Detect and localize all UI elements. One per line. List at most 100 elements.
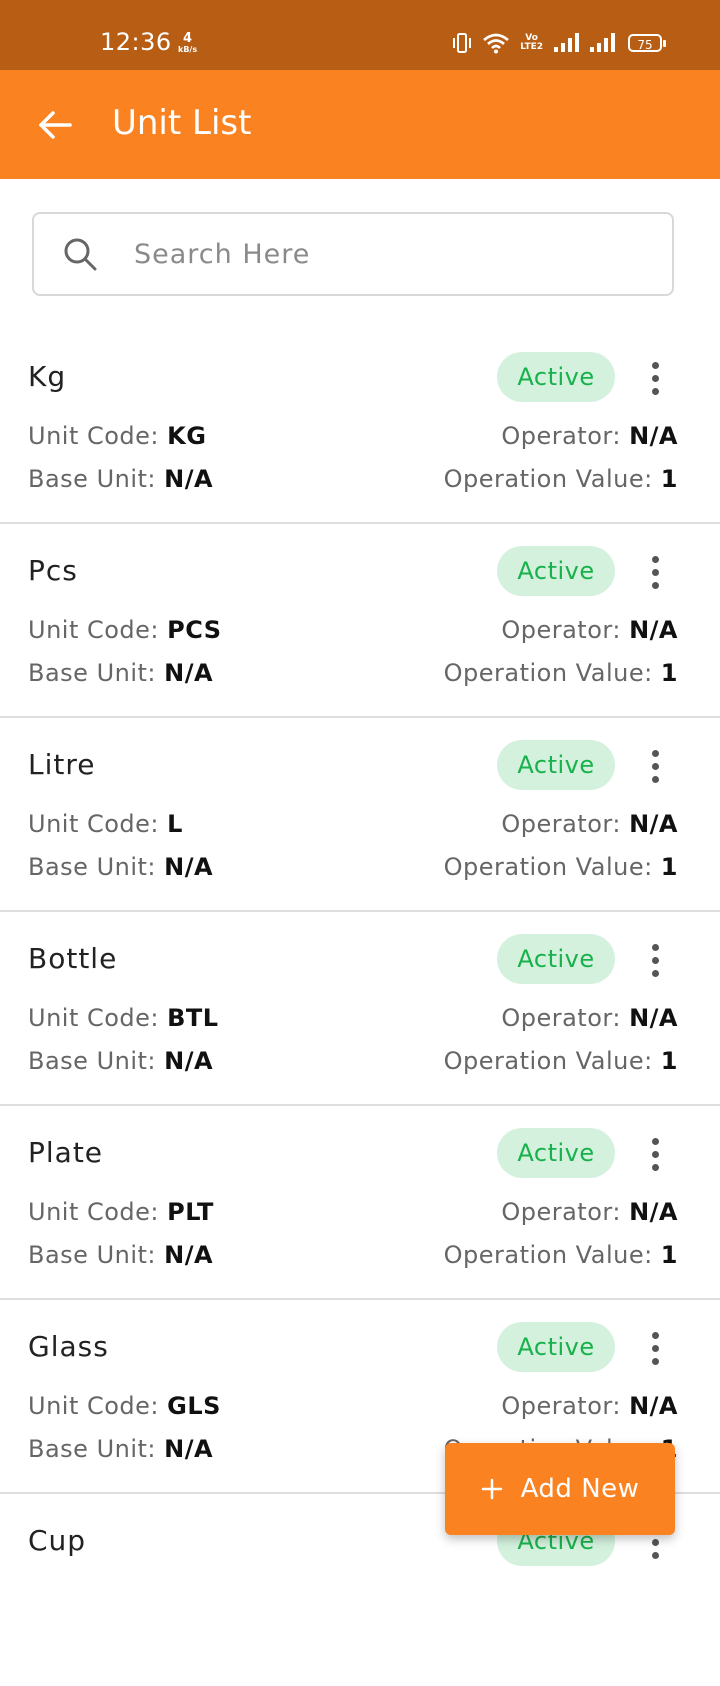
more-vertical-icon bbox=[651, 1137, 659, 1145]
add-new-button[interactable]: Add New bbox=[445, 1443, 675, 1535]
base-unit-label: Base Unit: bbox=[28, 465, 165, 493]
base-unit-value: N/A bbox=[164, 853, 214, 881]
unit-code-value: PLT bbox=[167, 1198, 214, 1226]
more-options-button[interactable] bbox=[638, 936, 672, 984]
battery-indicator: 75 bbox=[628, 34, 666, 52]
unit-code-label: Unit Code: bbox=[28, 1392, 168, 1420]
more-options-button[interactable] bbox=[638, 742, 672, 790]
more-options-button[interactable] bbox=[638, 1324, 672, 1372]
base-unit-label: Base Unit: bbox=[28, 1435, 165, 1463]
more-vertical-icon bbox=[651, 361, 659, 369]
search-icon bbox=[64, 238, 97, 271]
operator-row: Operator: N/A bbox=[501, 616, 678, 644]
unit-code-value: KG bbox=[167, 422, 207, 450]
unit-code-row: Unit Code: PCS bbox=[28, 616, 222, 644]
unit-code-label: Unit Code: bbox=[28, 810, 168, 838]
base-unit-label: Base Unit: bbox=[28, 659, 165, 687]
base-unit-row: Base Unit: N/A bbox=[28, 853, 213, 881]
operator-label: Operator: bbox=[501, 1198, 630, 1226]
unit-code-label: Unit Code: bbox=[28, 616, 168, 644]
more-dot bbox=[651, 1344, 659, 1352]
arrow-left-icon bbox=[39, 111, 72, 139]
network-speed-unit: kB/s bbox=[178, 45, 198, 54]
add-new-label: Add New bbox=[520, 1474, 640, 1504]
unit-name: Bottle bbox=[28, 942, 118, 975]
more-options-button[interactable] bbox=[638, 354, 672, 402]
base-unit-value: N/A bbox=[164, 659, 214, 687]
operation-value-row: Operation Value: 1 bbox=[444, 1241, 678, 1269]
unit-code-label: Unit Code: bbox=[28, 422, 168, 450]
base-unit-value: N/A bbox=[164, 1047, 214, 1075]
base-unit-label: Base Unit: bbox=[28, 853, 165, 881]
base-unit-value: N/A bbox=[164, 1435, 214, 1463]
base-unit-row: Base Unit: N/A bbox=[28, 465, 213, 493]
operator-label: Operator: bbox=[501, 1004, 630, 1032]
unit-code-row: Unit Code: GLS bbox=[28, 1392, 221, 1420]
status-badge: Active bbox=[497, 934, 615, 984]
operation-value: 1 bbox=[660, 853, 678, 881]
list-item[interactable]: Kg Active Unit Code: KG Base Unit: N/A O… bbox=[0, 330, 720, 524]
signal-icon bbox=[554, 33, 579, 52]
more-options-button[interactable] bbox=[638, 548, 672, 596]
base-unit-label: Base Unit: bbox=[28, 1241, 165, 1269]
more-dot bbox=[651, 1357, 659, 1365]
volte-line-2: LTE2 bbox=[520, 42, 543, 52]
unit-code-label: Unit Code: bbox=[28, 1004, 168, 1032]
unit-code-value: PCS bbox=[167, 616, 222, 644]
network-speed: 4 kB/s bbox=[178, 32, 197, 54]
more-dot bbox=[651, 762, 659, 770]
operator-label: Operator: bbox=[501, 422, 630, 450]
list-item[interactable]: Litre Active Unit Code: L Base Unit: N/A… bbox=[0, 718, 720, 912]
operator-row: Operator: N/A bbox=[501, 1198, 678, 1226]
operation-value-label: Operation Value: bbox=[443, 1241, 661, 1269]
more-dot bbox=[651, 581, 659, 589]
status-icons: Vo LTE2 bbox=[452, 32, 615, 54]
back-button[interactable] bbox=[32, 102, 78, 148]
status-badge: Active bbox=[497, 740, 615, 790]
status-badge: Active bbox=[497, 1322, 615, 1372]
search-box[interactable] bbox=[32, 212, 674, 296]
unit-name: Plate bbox=[28, 1136, 104, 1169]
status-time: 12:36 bbox=[100, 28, 172, 56]
search-input[interactable] bbox=[132, 237, 616, 271]
operator-value: N/A bbox=[629, 1198, 678, 1226]
operator-value: N/A bbox=[629, 810, 678, 838]
operation-value-row: Operation Value: 1 bbox=[444, 659, 678, 687]
unit-code-row: Unit Code: KG bbox=[28, 422, 206, 450]
operator-label: Operator: bbox=[501, 810, 630, 838]
unit-code-label: Unit Code: bbox=[28, 1198, 168, 1226]
more-dot bbox=[651, 969, 659, 977]
operator-row: Operator: N/A bbox=[501, 1004, 678, 1032]
plus-icon bbox=[481, 1478, 502, 1500]
unit-code-row: Unit Code: L bbox=[28, 810, 183, 838]
more-dot bbox=[651, 1551, 659, 1559]
more-options-button[interactable] bbox=[638, 1130, 672, 1178]
more-vertical-icon bbox=[651, 749, 659, 757]
operation-value-row: Operation Value: 1 bbox=[444, 853, 678, 881]
list-item[interactable]: Bottle Active Unit Code: BTL Base Unit: … bbox=[0, 912, 720, 1106]
operation-value: 1 bbox=[660, 465, 678, 493]
list-item[interactable]: Pcs Active Unit Code: PCS Base Unit: N/A… bbox=[0, 524, 720, 718]
operation-value-row: Operation Value: 1 bbox=[444, 465, 678, 493]
operation-value-label: Operation Value: bbox=[443, 465, 661, 493]
list-item[interactable]: Plate Active Unit Code: PLT Base Unit: N… bbox=[0, 1106, 720, 1300]
more-vertical-icon bbox=[651, 1331, 659, 1339]
signal-icon bbox=[590, 33, 615, 52]
more-dot bbox=[651, 568, 659, 576]
network-speed-value: 4 bbox=[183, 31, 193, 46]
more-dot bbox=[651, 1150, 659, 1158]
page-title: Unit List bbox=[112, 103, 252, 143]
more-dot bbox=[651, 1538, 659, 1546]
base-unit-row: Base Unit: N/A bbox=[28, 1241, 213, 1269]
base-unit-label: Base Unit: bbox=[28, 1047, 165, 1075]
volte-indicator: Vo LTE2 bbox=[520, 34, 543, 52]
operator-label: Operator: bbox=[501, 1392, 630, 1420]
more-dot bbox=[651, 374, 659, 382]
unit-code-value: BTL bbox=[167, 1004, 219, 1032]
unit-code-value: GLS bbox=[167, 1392, 221, 1420]
base-unit-row: Base Unit: N/A bbox=[28, 1047, 213, 1075]
base-unit-row: Base Unit: N/A bbox=[28, 659, 213, 687]
operator-label: Operator: bbox=[501, 616, 630, 644]
more-dot bbox=[651, 956, 659, 964]
app-bar: Unit List bbox=[0, 70, 720, 179]
